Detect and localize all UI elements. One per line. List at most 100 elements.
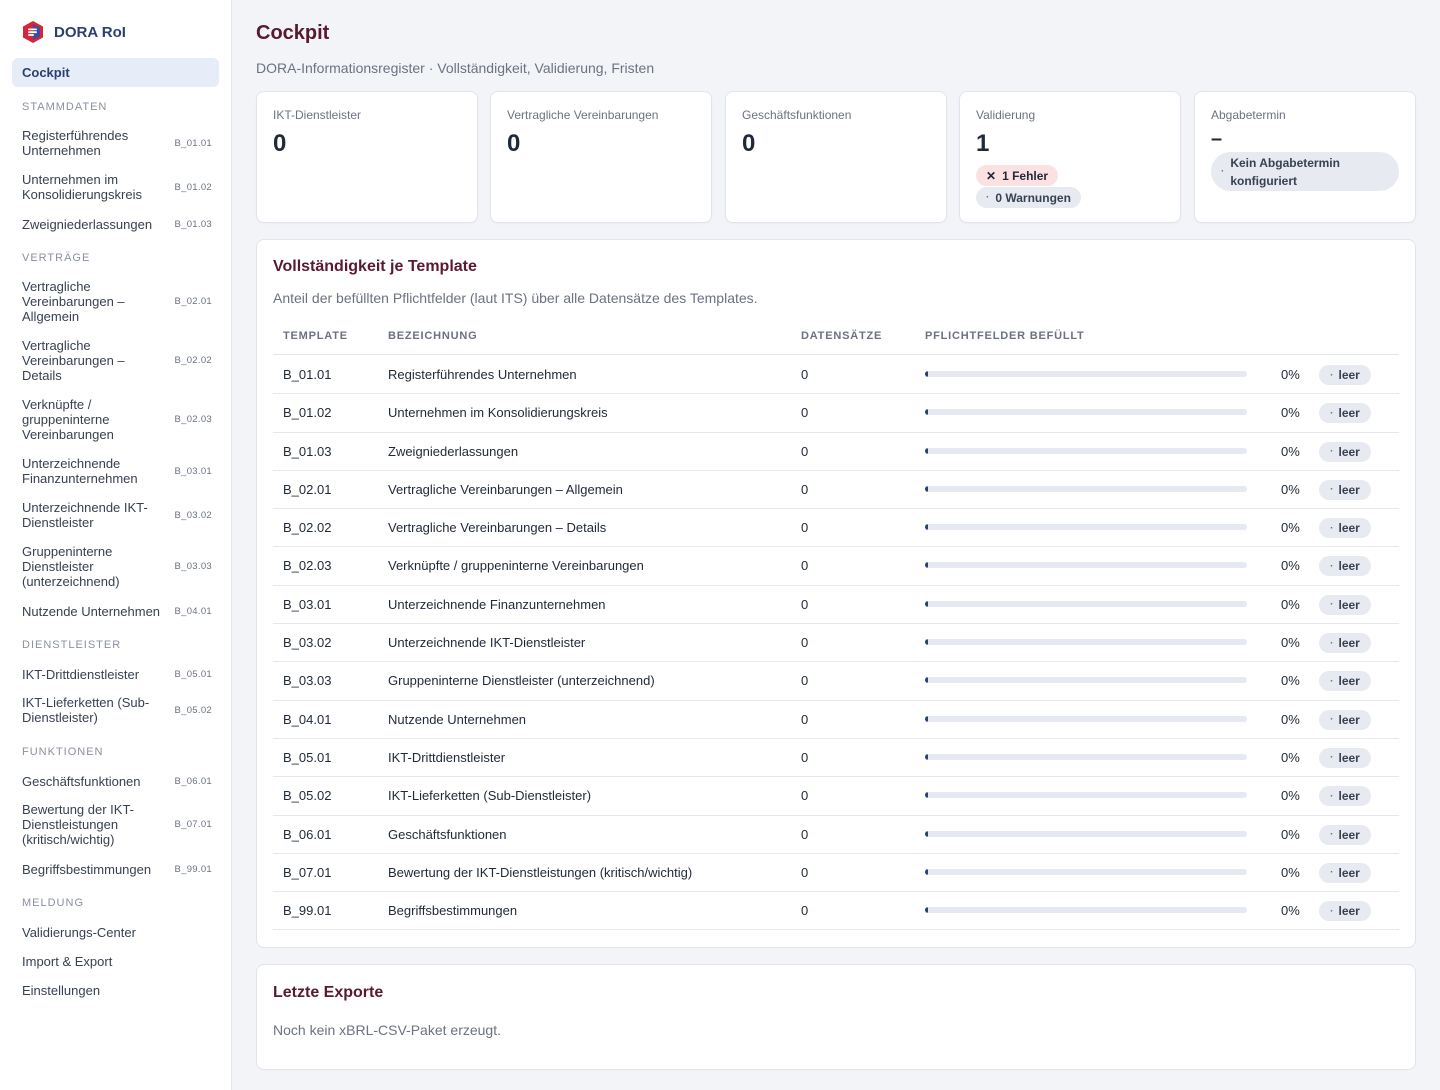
sidebar-item-label: Unternehmen im Konsolidierungskreis <box>22 172 142 202</box>
progress-bar <box>925 447 1247 454</box>
sidebar-item-b0103[interactable]: Zweigniederlassungen B_01.03 <box>22 216 212 232</box>
template-code: B_05.01 <box>283 749 332 765</box>
sidebar-item-b9901[interactable]: Begriffsbestimmungen B_99.01 <box>22 861 212 877</box>
sidebar-item-b0401[interactable]: Nutzende Unternehmen B_04.01 <box>22 603 212 619</box>
sidebar-item-einstellungen[interactable]: Einstellungen <box>22 982 212 998</box>
status-badge: · leer <box>1319 441 1371 462</box>
sidebar-item-b0501[interactable]: IKT-Drittdienstleister B_05.01 <box>22 666 212 682</box>
sidebar-item-label: Einstellungen <box>22 982 101 998</box>
sidebar-item-b0203[interactable]: Verknüpfte / gruppeninterne Vereinbarung… <box>22 397 212 442</box>
table-header: Template Bezeichnung Datensätze Pflichtf… <box>273 325 1399 355</box>
app-name: DORA RoI <box>54 23 126 41</box>
table-row[interactable]: B_01.03 Zweigniederlassungen 0 0% · leer <box>273 433 1399 471</box>
sidebar-item-label: Zweigniederlassungen <box>22 216 153 232</box>
template-code: B_02.02 <box>283 520 332 536</box>
column-header-pflichtfelder[interactable]: Pflichtfelder befüllt <box>925 330 1085 342</box>
record-count: 0 <box>801 405 809 421</box>
table-row[interactable]: B_07.01 Bewertung der IKT-Dienstleistunge… <box>273 854 1399 893</box>
stat-card-vertraege: Vertragliche Vereinbarungen 0 <box>490 91 712 223</box>
table-row[interactable]: B_02.03 Verknüpfte / gruppeninterne Verei… <box>273 547 1399 586</box>
sidebar-item-b0102[interactable]: Unternehmen im Konsolidierungskreis B_01… <box>22 172 212 202</box>
sidebar-item-label: Import & Export <box>22 953 113 969</box>
error-badge[interactable]: ✕ 1 Fehler <box>976 165 1059 186</box>
progress-percent: 0% <box>1281 558 1300 574</box>
sidebar-item-b0101[interactable]: Registerführendes Unternehmen B_01.01 <box>22 128 212 158</box>
progress-fill <box>925 447 928 454</box>
sidebar-item-validierungs-center[interactable]: Validierungs-Center <box>22 924 212 940</box>
dot-icon: · <box>1330 407 1334 419</box>
template-name: Registerführendes Unternehmen <box>388 367 577 382</box>
exports-panel: Letzte Exporte Noch kein xBRL-CSV-Paket … <box>256 964 1416 1070</box>
record-count: 0 <box>801 635 809 651</box>
record-count: 0 <box>801 826 809 842</box>
sidebar-item-b0301[interactable]: Unterzeichnende Finanzunternehmen B_03.0… <box>22 456 212 486</box>
status-badge: · leer <box>1319 479 1371 500</box>
sidebar-item-b0303[interactable]: Gruppeninterne Dienstleister (unterzeich… <box>22 544 212 589</box>
sidebar-item-b0701[interactable]: Bewertung der IKT-Dienstleistungen (krit… <box>22 802 212 847</box>
stat-value: 1 <box>976 130 990 157</box>
sidebar-item-code: B_04.01 <box>174 605 212 617</box>
sidebar-item-label: Vertragliche Vereinbarungen – Details <box>22 338 125 383</box>
sidebar-item-b0601[interactable]: Geschäftsfunktionen B_06.01 <box>22 773 212 789</box>
status-badge: · leer <box>1319 633 1371 654</box>
app-logo-icon <box>23 21 43 43</box>
column-header-datensaetze[interactable]: Datensätze <box>801 330 882 342</box>
table-row[interactable]: B_01.02 Unternehmen im Konsolidierungskre… <box>273 394 1399 433</box>
sidebar-section-vertraege: Verträge <box>22 252 91 264</box>
table-row[interactable]: B_03.03 Gruppeninterne Dienstleister (unt… <box>273 662 1399 701</box>
completeness-panel: Vollständigkeit je Template Anteil der b… <box>256 239 1416 948</box>
dot-icon: · <box>1221 165 1225 177</box>
table-row[interactable]: B_05.01 IKT-Drittdienstleister 0 0% · leer <box>273 739 1399 778</box>
table-row[interactable]: B_02.01 Vertragliche Vereinbarungen – All… <box>273 471 1399 510</box>
progress-bar <box>925 600 1247 607</box>
status-label: leer <box>1338 636 1360 651</box>
status-label: leer <box>1338 827 1360 842</box>
table-row[interactable]: B_04.01 Nutzende Unternehmen 0 0% · leer <box>273 701 1399 739</box>
progress-fill <box>925 715 928 722</box>
page-subtitle: DORA-Informationsregister · Vollständigk… <box>256 60 655 76</box>
dot-icon: · <box>1330 599 1334 611</box>
status-label: leer <box>1338 521 1360 536</box>
column-header-bezeichnung[interactable]: Bezeichnung <box>388 330 477 342</box>
sidebar-item-cockpit[interactable]: Cockpit <box>12 58 219 87</box>
table-row[interactable]: B_02.02 Vertragliche Vereinbarungen – Det… <box>273 509 1399 548</box>
sidebar-item-code: B_05.01 <box>174 668 212 680</box>
warning-badge[interactable]: · 0 Warnungen <box>976 187 1081 208</box>
record-count: 0 <box>801 673 809 689</box>
table-row[interactable]: B_03.01 Unterzeichnende Finanzunternehmen… <box>273 586 1399 625</box>
status-label: leer <box>1338 597 1360 612</box>
dot-icon: · <box>1330 560 1334 572</box>
template-code: B_03.03 <box>283 673 332 689</box>
status-badge: · leer <box>1319 709 1371 730</box>
template-name: Begriffsbestimmungen <box>388 903 518 919</box>
exports-title: Letzte Exporte <box>273 984 384 1001</box>
progress-percent: 0% <box>1281 788 1300 804</box>
sidebar-item-b0201[interactable]: Vertragliche Vereinbarungen – Allgemein … <box>22 279 212 324</box>
stat-card-geschaeftsfunktionen: Geschäftsfunktionen 0 <box>725 91 947 223</box>
sidebar-item-label: Registerführendes Unternehmen <box>22 128 129 158</box>
close-icon: ✕ <box>986 168 997 183</box>
sidebar-item-code: B_99.01 <box>174 863 212 875</box>
progress-percent: 0% <box>1281 596 1300 612</box>
deadline-note: Kein Abgabetermin konfiguriert <box>1230 155 1340 188</box>
sidebar-item-code: B_01.03 <box>174 218 212 230</box>
progress-percent: 0% <box>1281 749 1300 765</box>
table-row[interactable]: B_05.02 IKT-Lieferketten (Sub-Dienstleist… <box>273 777 1399 816</box>
progress-percent: 0% <box>1281 405 1300 421</box>
sidebar-item-import-export[interactable]: Import & Export <box>22 953 212 969</box>
table-row[interactable]: B_01.01 Registerführendes Unternehmen 0 0% ·… <box>273 356 1399 395</box>
sidebar-item-b0302[interactable]: Unterzeichnende IKT-Dienstleister B_03.0… <box>22 500 212 530</box>
template-name: IKT-Drittdienstleister <box>388 749 506 765</box>
brand[interactable]: DORA RoI <box>22 20 126 44</box>
status-label: leer <box>1338 789 1360 804</box>
stat-value: – <box>1211 128 1223 150</box>
table-row[interactable]: B_99.01 Begriffsbestimmungen 0 0% · leer <box>273 892 1399 931</box>
table-row[interactable]: B_06.01 Geschäftsfunktionen 0 0% · leer <box>273 816 1399 854</box>
sidebar-item-b0502[interactable]: IKT-Lieferketten (Sub-Dienstleister) B_0… <box>22 695 212 725</box>
progress-bar <box>925 792 1247 799</box>
dot-icon: · <box>1330 829 1334 841</box>
sidebar-item-b0202[interactable]: Vertragliche Vereinbarungen – Details B_… <box>22 338 212 383</box>
column-header-template[interactable]: Template <box>283 330 348 342</box>
table-row[interactable]: B_03.02 Unterzeichnende IKT-Dienstleister… <box>273 624 1399 663</box>
progress-fill <box>925 868 928 875</box>
